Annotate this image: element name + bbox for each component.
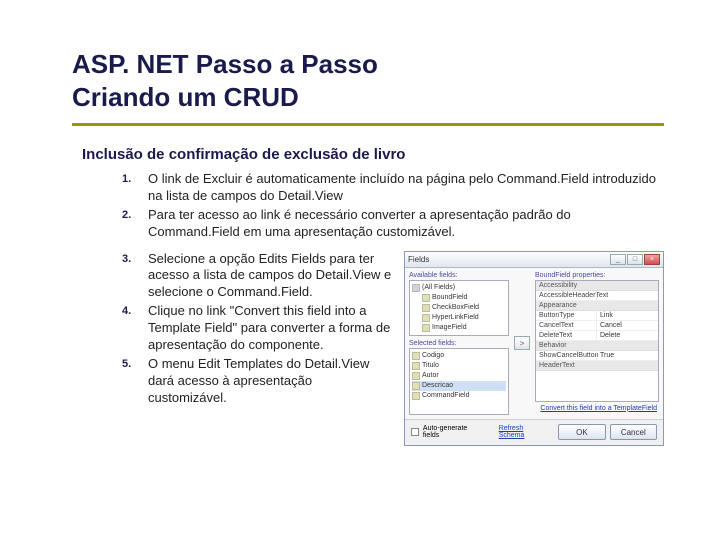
prop-row: AccessibleHeaderText — [536, 291, 658, 301]
list-number: 4. — [122, 303, 148, 317]
field-icon — [422, 314, 430, 322]
list-item: Titulo — [412, 361, 506, 371]
list-number: 2. — [122, 207, 148, 221]
list-bottom: 3. Selecione a opção Edits Fields para t… — [122, 251, 396, 446]
list-number: 1. — [122, 171, 148, 185]
fields-dialog: Fields _ □ × Available fields: (All Fiel… — [404, 251, 664, 446]
field-icon — [412, 372, 420, 380]
add-field-button[interactable]: > — [514, 336, 530, 350]
title-line1: ASP. NET Passo a Passo — [72, 49, 378, 79]
list-text: Para ter acesso ao link é necessário con… — [148, 207, 664, 241]
refresh-schema-link[interactable]: Refresh Schema — [499, 425, 550, 439]
convert-template-link[interactable]: Convert this field into a TemplateField — [540, 405, 657, 412]
field-icon — [422, 304, 430, 312]
prop-row: ButtonTypeLink — [536, 311, 658, 321]
ok-button[interactable]: OK — [558, 424, 605, 440]
list-number: 3. — [122, 251, 148, 265]
tree-item: BoundField — [412, 293, 506, 303]
list-item: 3. Selecione a opção Edits Fields para t… — [122, 251, 396, 302]
title-accent-bar — [72, 123, 664, 126]
field-icon — [422, 324, 430, 332]
prop-category: Appearance — [536, 301, 658, 311]
cancel-button[interactable]: Cancel — [610, 424, 657, 440]
list-text: O link de Excluir é automaticamente incl… — [148, 171, 664, 205]
autogen-label: Auto-generate fields — [423, 425, 485, 439]
prop-row: ShowCancelButtonTrue — [536, 351, 658, 361]
field-icon — [412, 352, 420, 360]
window-buttons: _ □ × — [610, 254, 660, 265]
field-icon — [412, 362, 420, 370]
autogen-checkbox[interactable] — [411, 428, 419, 436]
list-item: Descricao — [412, 381, 506, 391]
field-icon — [422, 294, 430, 302]
list-item: 4. Clique no link "Convert this field in… — [122, 303, 396, 354]
prop-row: CancelTextCancel — [536, 321, 658, 331]
field-icon — [412, 284, 420, 292]
list-item: 1. O link de Excluir é automaticamente i… — [122, 171, 664, 205]
list-number: 5. — [122, 356, 148, 370]
selected-fields-label: Selected fields: — [409, 340, 509, 347]
field-icon — [412, 392, 420, 400]
list-item: CommandField — [412, 391, 506, 401]
slide-title: ASP. NET Passo a Passo Criando um CRUD — [72, 48, 664, 113]
maximize-button[interactable]: □ — [627, 254, 643, 265]
tree-item: CheckBoxField — [412, 303, 506, 313]
properties-label: BoundField properties: — [535, 272, 659, 279]
prop-category: Accessibility — [536, 281, 658, 291]
minimize-button[interactable]: _ — [610, 254, 626, 265]
prop-category: HeaderText — [536, 361, 658, 371]
dialog-titlebar: Fields _ □ × — [405, 252, 663, 268]
dialog-title: Fields — [408, 255, 429, 264]
title-line2: Criando um CRUD — [72, 81, 664, 114]
dialog-footer: Auto-generate fields Refresh Schema OK C… — [405, 419, 663, 445]
close-button[interactable]: × — [644, 254, 660, 265]
tree-item: HyperLinkField — [412, 313, 506, 323]
selected-fields-list[interactable]: Codigo Titulo Autor Descricao CommandFie… — [409, 348, 509, 415]
list-item: 5. O menu Edit Templates do Detail.View … — [122, 356, 396, 407]
list-text: O menu Edit Templates do Detail.View dar… — [148, 356, 396, 407]
tree-item: (All Fields) — [412, 283, 506, 293]
prop-category: Behavior — [536, 341, 658, 351]
list-text: Selecione a opção Edits Fields para ter … — [148, 251, 396, 302]
list-item: Autor — [412, 371, 506, 381]
available-fields-tree[interactable]: (All Fields) BoundField CheckBoxField Hy… — [409, 280, 509, 336]
list-text: Clique no link "Convert this field into … — [148, 303, 396, 354]
field-icon — [412, 382, 420, 390]
list-item: 2. Para ter acesso ao link é necessário … — [122, 207, 664, 241]
list-top: 1. O link de Excluir é automaticamente i… — [122, 171, 664, 241]
prop-row: DeleteTextDelete — [536, 331, 658, 341]
property-grid[interactable]: Accessibility AccessibleHeaderText Appea… — [535, 280, 659, 402]
tree-item: ImageField — [412, 323, 506, 333]
available-fields-label: Available fields: — [409, 272, 509, 279]
list-item: Codigo — [412, 351, 506, 361]
slide-subtitle: Inclusão de confirmação de exclusão de l… — [82, 146, 664, 163]
